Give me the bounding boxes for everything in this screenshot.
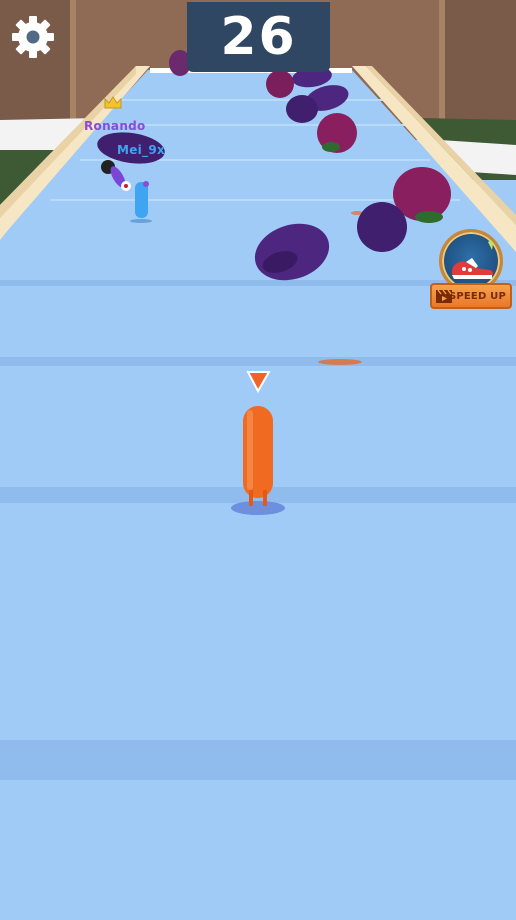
score-board: 26	[187, 2, 330, 72]
score-counter: 26	[220, 7, 297, 67]
player-name-ronando: Ronando	[84, 119, 146, 133]
sneaker-icon	[452, 238, 494, 279]
speed-up-button[interactable]: SPEED UP	[430, 229, 512, 313]
player-name-mei: Mei_9x	[117, 143, 166, 157]
settings-button[interactable]	[10, 14, 56, 60]
crown-icon	[104, 96, 122, 109]
game-scene: 26 Ronando Mei_9x SPEED UP	[0, 0, 516, 920]
speed-up-label: SPEED UP	[448, 290, 506, 302]
gear-icon	[12, 16, 54, 58]
player-marker-icon	[246, 371, 271, 394]
clapperboard-icon	[436, 289, 452, 303]
player-character	[231, 371, 285, 515]
speed-up-label-box: SPEED UP	[430, 283, 512, 309]
